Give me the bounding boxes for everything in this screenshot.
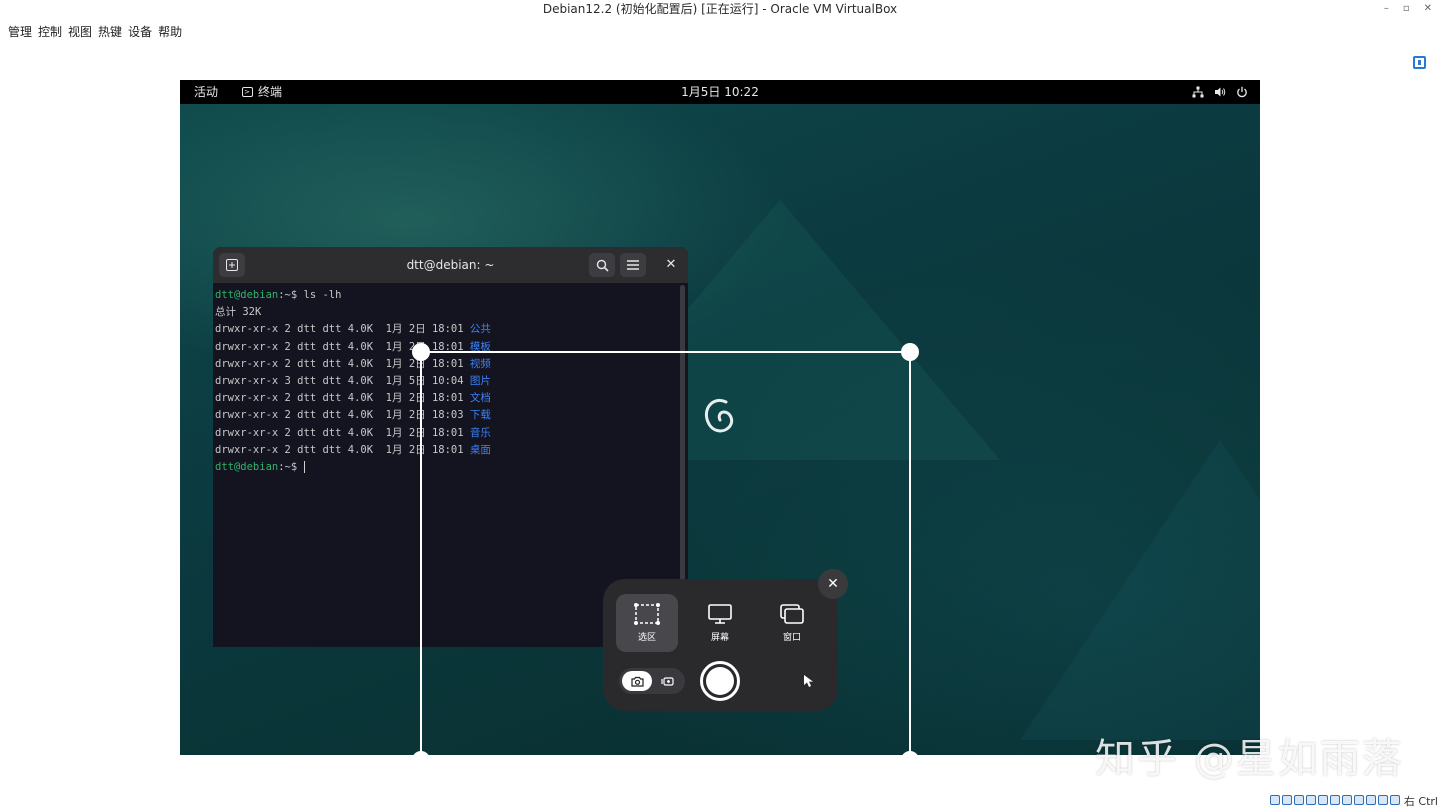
menu-view[interactable]: 视图 <box>68 22 92 42</box>
search-button[interactable] <box>589 253 615 277</box>
activities-button[interactable]: 活动 <box>194 80 218 104</box>
mode-screen-label: 屏幕 <box>710 633 729 643</box>
storage-icon[interactable] <box>1270 795 1280 805</box>
capture-type-toggle[interactable] <box>619 668 685 694</box>
monitor-icon <box>708 604 732 624</box>
mode-screen-button[interactable]: 屏幕 <box>689 594 751 652</box>
window-icon <box>780 604 804 624</box>
vm-screen[interactable]: 活动 > 终端 1月5日 10:22 dtt@debian: ~ ✕ dtt@d… <box>180 80 1260 755</box>
clock[interactable]: 1月5日 10:22 <box>180 80 1260 104</box>
terminal-close-button[interactable]: ✕ <box>659 253 683 277</box>
app-menu[interactable]: > 终端 <box>242 80 282 104</box>
wallpaper-shape <box>1020 440 1260 740</box>
audio-icon[interactable] <box>1294 795 1304 805</box>
selection-icon <box>634 603 660 625</box>
show-pointer-icon[interactable] <box>803 674 815 688</box>
close-window-button[interactable]: ✕ <box>1424 0 1432 18</box>
screenshot-toggle-option[interactable] <box>622 671 652 691</box>
host-window-controls: – ▫ ✕ <box>1384 0 1432 18</box>
usb-icon[interactable] <box>1318 795 1328 805</box>
selection-handle-top-left[interactable] <box>412 343 430 361</box>
search-icon <box>596 259 609 272</box>
selection-handle-bottom-left[interactable] <box>412 751 430 755</box>
mode-selection-button[interactable]: 选区 <box>616 594 678 652</box>
network-icon <box>1192 86 1204 98</box>
network-status-icon[interactable] <box>1306 795 1316 805</box>
capture-button[interactable] <box>700 661 740 701</box>
notification-icon[interactable] <box>1413 56 1426 69</box>
mouse-integration-icon[interactable] <box>1378 795 1388 805</box>
menu-help[interactable]: 帮助 <box>158 22 182 42</box>
terminal-headerbar[interactable]: dtt@debian: ~ ✕ <box>213 247 688 283</box>
selection-handle-top-right[interactable] <box>901 343 919 361</box>
display-icon[interactable] <box>1342 795 1352 805</box>
host-menubar: 管理 控制 视图 热键 设备 帮助 <box>8 22 182 42</box>
menu-control[interactable]: 控制 <box>38 22 62 42</box>
host-key-label: 右 Ctrl <box>1403 795 1438 808</box>
menu-devices[interactable]: 设备 <box>128 22 152 42</box>
screenshot-close-button[interactable]: ✕ <box>818 569 848 599</box>
camera-icon <box>630 676 644 687</box>
list-item: drwxr-xr-x 2 dtt dtt 4.0K 1月 2日 18:01 公共 <box>215 323 491 336</box>
mode-selection-label: 选区 <box>637 633 656 643</box>
screencast-toggle-option[interactable] <box>652 671 682 691</box>
power-icon <box>1237 86 1247 98</box>
terminal-title: dtt@debian: ~ <box>406 258 495 272</box>
system-tray[interactable] <box>1192 80 1248 104</box>
maximize-button[interactable]: ▫ <box>1403 0 1410 18</box>
hamburger-icon <box>627 260 639 270</box>
cpu-icon[interactable] <box>1366 795 1376 805</box>
text-cursor <box>303 461 305 474</box>
status-icons <box>1270 795 1400 805</box>
screencast-icon <box>660 676 674 686</box>
volume-icon <box>1215 87 1226 97</box>
hamburger-menu-button[interactable] <box>620 253 646 277</box>
menu-manage[interactable]: 管理 <box>8 22 32 42</box>
host-statusbar: 右 Ctrl <box>0 792 1440 810</box>
host-window-title: Debian12.2 (初始化配置后) [正在运行] - Oracle VM V… <box>0 0 1440 18</box>
terminal-icon: > <box>242 87 253 97</box>
optical-icon[interactable] <box>1282 795 1292 805</box>
total-line: 总计 32K <box>215 306 262 319</box>
command-line: dtt@debian:~$ ls -lh <box>215 289 342 301</box>
menu-hotkey[interactable]: 热键 <box>98 22 122 42</box>
watermark: 知乎 @星如雨落 <box>1095 736 1404 782</box>
screenshot-panel: 选区 屏幕 窗口 <box>603 579 838 711</box>
minimize-button[interactable]: – <box>1384 0 1389 18</box>
keyboard-icon[interactable] <box>1390 795 1400 805</box>
app-name: 终端 <box>258 85 283 99</box>
shared-folders-icon[interactable] <box>1330 795 1340 805</box>
gnome-topbar: 活动 > 终端 1月5日 10:22 <box>180 80 1260 104</box>
selection-handle-bottom-right[interactable] <box>901 751 919 755</box>
recording-icon[interactable] <box>1354 795 1364 805</box>
mode-window-button[interactable]: 窗口 <box>761 594 823 652</box>
mode-window-label: 窗口 <box>782 633 801 643</box>
